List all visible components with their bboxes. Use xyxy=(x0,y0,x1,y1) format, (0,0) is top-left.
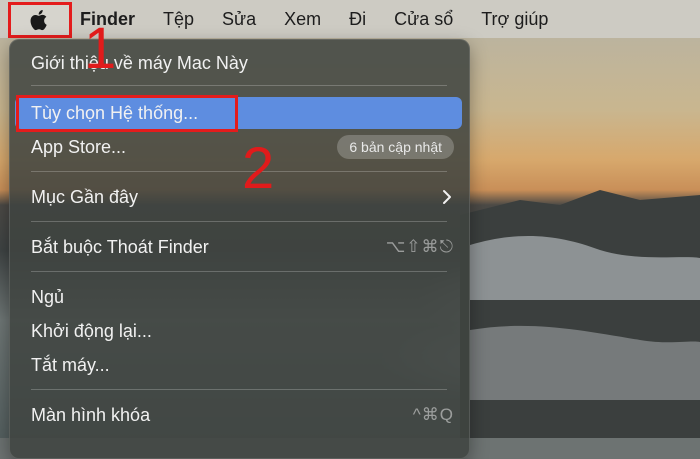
menu-item-restart[interactable]: Khởi động lại... xyxy=(15,315,462,347)
updates-badge: 6 bản cập nhật xyxy=(337,135,454,159)
menu-item-app-store[interactable]: App Store... 6 bản cập nhật xyxy=(15,131,462,163)
menu-item-recent-items[interactable]: Mục Gần đây xyxy=(15,181,462,213)
about-label: Giới thiệu về máy Mac Này xyxy=(31,53,248,73)
separator xyxy=(31,271,447,272)
app-store-label: App Store... xyxy=(31,137,127,157)
step-2-label: 2 xyxy=(242,136,275,201)
restart-label: Khởi động lại... xyxy=(31,321,152,341)
menu-item-sleep[interactable]: Ngủ xyxy=(15,281,462,313)
step-1-label: 1 xyxy=(84,16,117,81)
sleep-label: Ngủ xyxy=(31,287,65,307)
separator xyxy=(31,85,447,86)
menu-window[interactable]: Cửa sổ xyxy=(380,0,467,38)
force-quit-shortcut: ⌥⇧⌘⎋ xyxy=(385,237,454,256)
separator xyxy=(31,389,447,390)
chevron-right-icon xyxy=(443,190,451,204)
apple-menu-button[interactable] xyxy=(8,2,72,38)
menu-item-lock-screen[interactable]: Màn hình khóa ^⌘Q xyxy=(15,399,462,431)
menu-edit[interactable]: Sửa xyxy=(208,0,270,38)
highlight-box-system-preferences xyxy=(16,95,238,132)
apple-logo-icon xyxy=(30,10,47,31)
recent-items-label: Mục Gần đây xyxy=(31,187,139,207)
menu-item-about[interactable]: Giới thiệu về máy Mac Này xyxy=(15,47,462,79)
menu-item-force-quit[interactable]: Bắt buộc Thoát Finder ⌥⇧⌘⎋ xyxy=(15,231,462,263)
lock-screen-shortcut: ^⌘Q xyxy=(412,405,454,424)
separator xyxy=(31,221,447,222)
separator xyxy=(31,171,447,172)
shutdown-label: Tắt máy... xyxy=(31,355,110,375)
lock-screen-label: Màn hình khóa xyxy=(31,405,151,425)
menu-file[interactable]: Tệp xyxy=(149,0,208,38)
force-quit-label: Bắt buộc Thoát Finder xyxy=(31,237,209,257)
menu-view[interactable]: Xem xyxy=(270,0,335,38)
menu-help[interactable]: Trợ giúp xyxy=(467,0,562,38)
menu-item-shutdown[interactable]: Tắt máy... xyxy=(15,349,462,381)
menu-go[interactable]: Đi xyxy=(335,0,380,38)
